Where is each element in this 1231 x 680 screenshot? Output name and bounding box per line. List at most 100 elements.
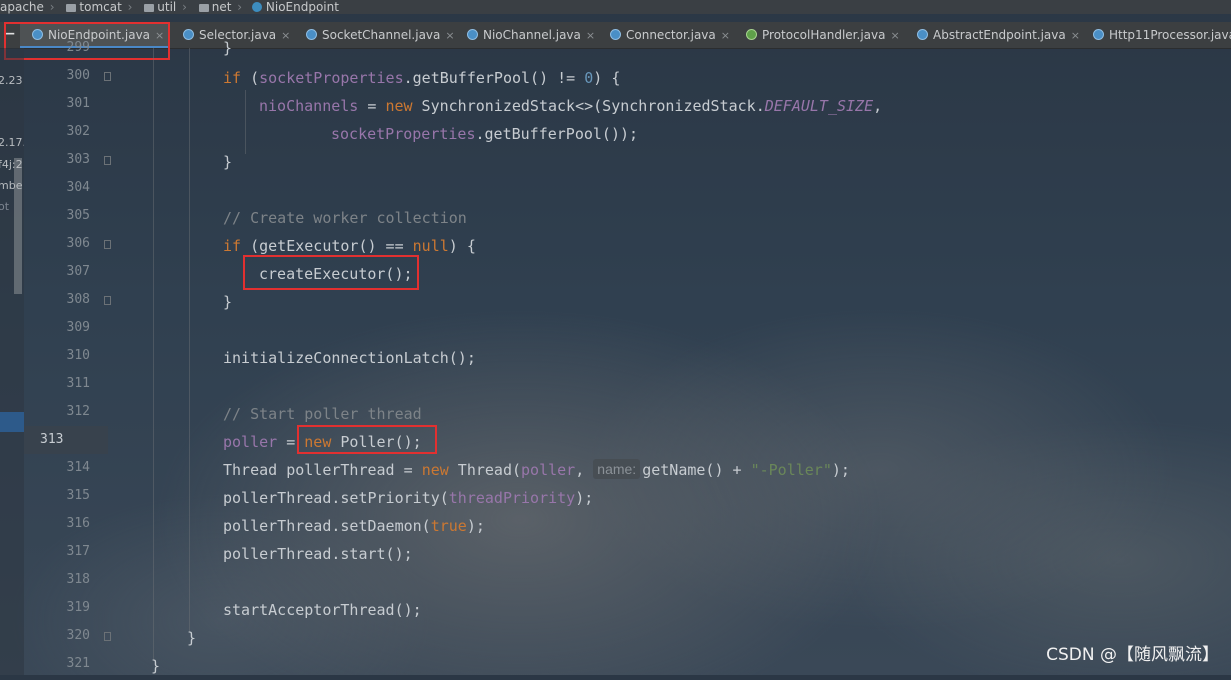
breadcrumb-label: apache — [0, 0, 44, 14]
close-icon[interactable]: × — [890, 29, 899, 42]
folder-icon — [66, 4, 77, 12]
tab-niochannel[interactable]: NioChannel.java × — [467, 22, 595, 48]
code-field: socketProperties — [331, 125, 476, 143]
class-icon — [306, 29, 317, 40]
code-text: ( — [241, 69, 260, 87]
interface-icon — [746, 29, 757, 40]
code-text: , — [873, 97, 883, 115]
code-text: } — [223, 39, 233, 57]
code-text: .getBufferPool() != — [403, 69, 585, 87]
code-comment: // Start poller thread — [223, 405, 422, 423]
class-icon — [183, 29, 194, 40]
code-field: threadPriority — [448, 489, 576, 507]
code-line-310: initializeConnectionLatch(); — [223, 344, 476, 372]
breadcrumb-label: util — [157, 0, 177, 14]
folder-icon — [198, 4, 209, 12]
class-icon — [467, 29, 478, 40]
folder-icon — [144, 4, 155, 12]
code-text: } — [187, 629, 197, 647]
breadcrumb-item-util[interactable]: util — [138, 0, 176, 14]
class-icon — [251, 2, 262, 12]
code-line-319: startAcceptorThread(); — [223, 596, 422, 624]
code-line-316: pollerThread.setDaemon(true); — [223, 512, 485, 540]
tab-label: NioChannel.java — [483, 28, 581, 42]
annotation-box-create-executor — [243, 255, 419, 290]
close-icon[interactable]: × — [445, 29, 454, 42]
close-icon[interactable]: × — [721, 29, 730, 42]
close-icon[interactable]: × — [586, 29, 595, 42]
code-text: } — [223, 293, 233, 311]
code-text: Thread pollerThread = — [223, 461, 422, 479]
code-text: startAcceptorThread(); — [223, 601, 422, 619]
annotation-box-new-poller — [297, 425, 437, 454]
parameter-hint: name: — [593, 459, 641, 479]
tab-label: Selector.java — [199, 28, 277, 42]
code-string: "-Poller" — [750, 461, 832, 479]
code-text: .getBufferPool()); — [475, 125, 639, 143]
breadcrumb: apache › tomcat › util › net › NioEndpoi… — [0, 0, 1231, 14]
code-text: } — [223, 153, 233, 171]
breadcrumb-item-net[interactable]: net — [193, 0, 232, 14]
tab-http11processor[interactable]: Http11Processor.java — [1093, 22, 1231, 48]
close-icon[interactable]: × — [281, 29, 290, 42]
code-text: initializeConnectionLatch(); — [223, 349, 476, 367]
tab-label: Http11Processor.java — [1109, 28, 1231, 42]
tab-connector[interactable]: Connector.java × — [610, 22, 730, 48]
code-line-315: pollerThread.setPriority(threadPriority)… — [223, 484, 593, 512]
tab-label: ProtocolHandler.java — [762, 28, 886, 42]
tab-selector[interactable]: Selector.java × — [183, 22, 290, 48]
code-line-308: } — [223, 288, 232, 316]
code-text: ); — [575, 489, 594, 507]
code-keyword: new — [385, 97, 413, 115]
breadcrumb-label: tomcat — [79, 0, 122, 14]
code-line-302: socketProperties.getBufferPool()); — [331, 120, 638, 148]
code-field: socketProperties — [259, 69, 404, 87]
code-constant: DEFAULT_SIZE — [764, 97, 874, 115]
watermark: CSDN @【随风飘流】 — [1046, 645, 1219, 665]
code-editor[interactable]: } if (socketProperties.getBufferPool() !… — [0, 39, 1231, 675]
tab-label: Connector.java — [626, 28, 716, 42]
code-text: ); — [466, 517, 485, 535]
code-line-305: // Create worker collection — [223, 204, 467, 232]
breadcrumb-separator-icon: › — [127, 0, 133, 14]
tab-socketchannel[interactable]: SocketChannel.java × — [306, 22, 455, 48]
breadcrumb-item-apache[interactable]: apache — [0, 0, 44, 14]
code-line-300: if (socketProperties.getBufferPool() != … — [223, 64, 620, 92]
code-keyword: null — [412, 237, 449, 255]
code-line-314: Thread pollerThread = new Thread(poller,… — [223, 456, 850, 484]
tab-abstractendpoint[interactable]: AbstractEndpoint.java × — [917, 22, 1080, 48]
code-text: ) { — [593, 69, 621, 87]
code-text: = — [358, 97, 386, 115]
code-keyword: if — [223, 69, 242, 87]
breadcrumb-separator-icon: › — [49, 0, 55, 14]
breadcrumb-label: net — [211, 0, 232, 14]
code-text: pollerThread.setDaemon( — [223, 517, 431, 535]
class-icon — [917, 29, 928, 40]
code-text: SynchronizedStack<>(SynchronizedStack. — [412, 97, 765, 115]
code-keyword: true — [430, 517, 467, 535]
breadcrumb-separator-icon: › — [237, 0, 243, 14]
code-line-320: } — [187, 624, 196, 652]
breadcrumb-label: NioEndpoint — [265, 0, 339, 14]
code-text: ); — [831, 461, 850, 479]
code-line-301: nioChannels = new SynchronizedStack<>(Sy… — [259, 92, 882, 120]
code-line-312: // Start poller thread — [223, 400, 422, 428]
code-text: (getExecutor() == — [241, 237, 413, 255]
code-text: , — [575, 461, 594, 479]
breadcrumb-item-nioendpoint[interactable]: NioEndpoint — [248, 0, 339, 14]
code-text: pollerThread.setPriority( — [223, 489, 449, 507]
code-line-303: } — [223, 148, 232, 176]
class-icon — [610, 29, 621, 40]
code-text: } — [151, 657, 161, 675]
code-line-321: } — [151, 652, 160, 680]
editor-tab-bar: NioEndpoint.java × Selector.java × SocketC… — [0, 22, 1231, 49]
code-text: pollerThread.start(); — [223, 545, 413, 563]
code-field: poller — [223, 433, 278, 451]
close-icon[interactable]: × — [1071, 29, 1080, 42]
breadcrumb-item-tomcat[interactable]: tomcat — [60, 0, 122, 14]
breadcrumb-separator-icon: › — [182, 0, 187, 14]
tab-protocolhandler[interactable]: ProtocolHandler.java × — [746, 22, 900, 48]
code-keyword: if — [223, 237, 242, 255]
code-text: Thread( — [448, 461, 522, 479]
tab-label: AbstractEndpoint.java — [933, 28, 1066, 42]
